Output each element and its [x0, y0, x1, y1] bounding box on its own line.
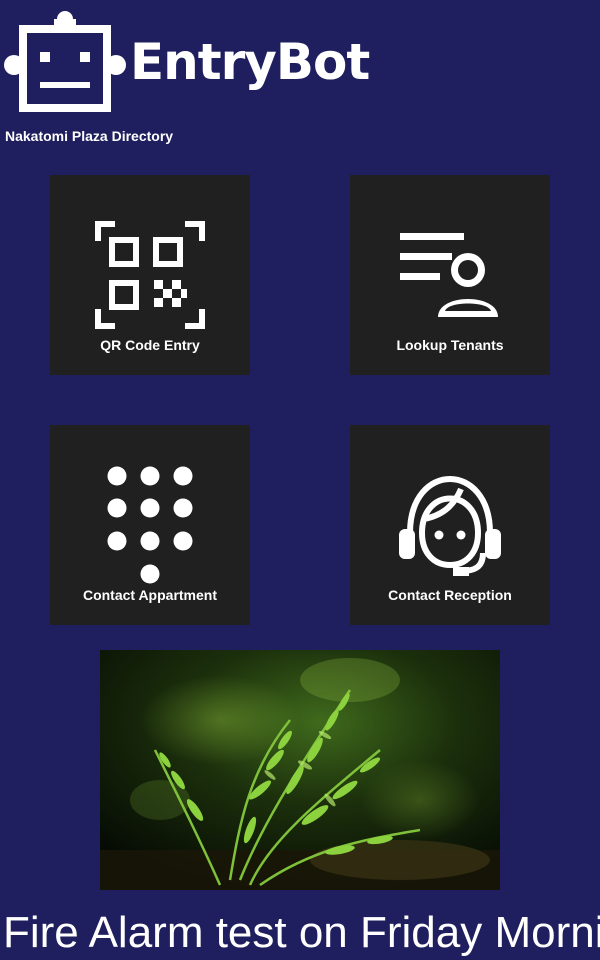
dialpad-icon — [107, 466, 193, 584]
qr-code-icon — [95, 221, 205, 329]
qr-code-entry-button[interactable]: QR Code Entry — [50, 175, 250, 375]
person-list-icon — [400, 233, 498, 317]
robot-logo-icon — [4, 11, 126, 112]
lookup-tenants-label: Lookup Tenants — [396, 337, 504, 353]
contact-reception-button[interactable]: Contact Reception — [350, 425, 550, 625]
qr-code-entry-label: QR Code Entry — [100, 337, 200, 353]
contact-apartment-button[interactable]: Contact Appartment — [50, 425, 250, 625]
app-name: EntryBot — [130, 33, 370, 91]
fern-plant-photo — [100, 650, 500, 890]
directory-subtitle: Nakatomi Plaza Directory — [5, 128, 174, 144]
contact-apartment-label: Contact Appartment — [82, 587, 218, 603]
lookup-tenants-button[interactable]: Lookup Tenants — [350, 175, 550, 375]
headset-icon — [399, 476, 501, 576]
contact-reception-label: Contact Reception — [388, 587, 512, 603]
app-header: EntryBot Nakatomi Plaza Directory — [0, 0, 600, 160]
announcement-ticker: Fire Alarm test on Friday Morning — [3, 908, 600, 957]
